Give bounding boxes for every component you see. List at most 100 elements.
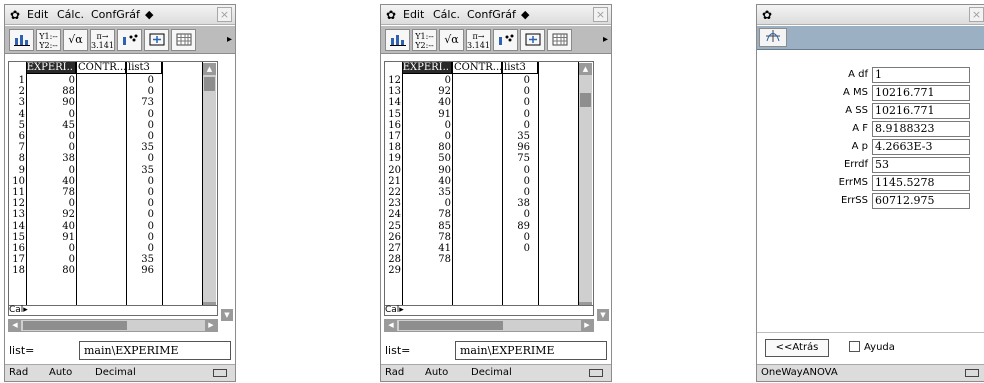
- close-icon[interactable]: ×: [593, 7, 608, 22]
- panel-toggle-icon[interactable]: ▼: [597, 309, 609, 321]
- cell-contr[interactable]: 89: [481, 221, 530, 232]
- cell-contr[interactable]: 0: [105, 209, 154, 220]
- scroll-up-icon[interactable]: ▲: [579, 63, 592, 75]
- cell-contr[interactable]: 0: [481, 165, 530, 176]
- status-angle[interactable]: Rad: [9, 365, 28, 381]
- cell-contr[interactable]: 96: [481, 142, 530, 153]
- gear-icon[interactable]: ✿: [386, 5, 396, 25]
- column-header-list3[interactable]: list3: [126, 62, 162, 74]
- list-row[interactable]: 18 80 96: [385, 142, 595, 153]
- cell-experi[interactable]: 40: [403, 176, 451, 187]
- cell-experi[interactable]: 78: [403, 232, 451, 243]
- cell-experi[interactable]: 78: [27, 187, 75, 198]
- resize-icon[interactable]: [144, 29, 169, 51]
- list-sheet[interactable]: EXPERI.. CONTR... list3 ▲ ▼ 100288039073…: [8, 61, 218, 315]
- list-row[interactable]: 29: [385, 265, 595, 276]
- scroll-up-icon[interactable]: ▲: [203, 63, 216, 75]
- status-mode[interactable]: Auto: [425, 365, 448, 381]
- result-value[interactable]: 60712.975: [872, 193, 970, 209]
- stat-graph-icon[interactable]: [385, 29, 410, 51]
- scroll-left-icon[interactable]: ◀: [385, 320, 397, 331]
- cell-contr[interactable]: 0: [481, 86, 530, 97]
- table-icon[interactable]: [171, 29, 196, 51]
- cell-experi[interactable]: 92: [27, 209, 75, 220]
- cell-contr[interactable]: 0: [481, 176, 530, 187]
- cell-contr[interactable]: 0: [481, 209, 530, 220]
- list-row[interactable]: 16 0 0: [385, 120, 595, 131]
- menu-edit[interactable]: Edit: [27, 5, 48, 25]
- cell-contr[interactable]: 0: [105, 176, 154, 187]
- result-value[interactable]: 53: [872, 157, 970, 173]
- cell-contr[interactable]: 0: [105, 187, 154, 198]
- cell-contr[interactable]: 0: [105, 221, 154, 232]
- list-row[interactable]: 600: [9, 131, 219, 142]
- status-format[interactable]: Decimal: [471, 365, 512, 381]
- list-row[interactable]: 24 78 0: [385, 209, 595, 220]
- cell-experi[interactable]: 50: [403, 153, 451, 164]
- table-icon[interactable]: [547, 29, 572, 51]
- regression-icon[interactable]: [117, 29, 142, 51]
- cell-experi[interactable]: 41: [403, 243, 451, 254]
- cell-contr[interactable]: 75: [481, 153, 530, 164]
- list-row[interactable]: 7 0 35: [9, 142, 219, 153]
- gear-icon[interactable]: ✿: [10, 5, 20, 25]
- cell-experi[interactable]: 0: [27, 243, 75, 254]
- cell-contr[interactable]: 0: [105, 120, 154, 131]
- cell-experi[interactable]: 80: [27, 265, 75, 276]
- regression-icon[interactable]: [493, 29, 518, 51]
- cell-experi[interactable]: 91: [403, 109, 451, 120]
- column-header-list3[interactable]: list3: [502, 62, 538, 74]
- cell-experi[interactable]: 88: [27, 86, 75, 97]
- cell-experi[interactable]: 80: [403, 142, 451, 153]
- result-value[interactable]: 1145.5278: [872, 175, 970, 191]
- cell-contr[interactable]: 0: [105, 198, 154, 209]
- cell-experi[interactable]: 45: [27, 120, 75, 131]
- cell-contr[interactable]: 0: [105, 232, 154, 243]
- resize-icon[interactable]: [520, 29, 545, 51]
- list-row[interactable]: 15 91 0: [385, 109, 595, 120]
- cal-row[interactable]: Cal▸: [384, 305, 594, 316]
- help-checkbox[interactable]: Ayuda: [849, 339, 895, 357]
- cell-experi[interactable]: 90: [403, 165, 451, 176]
- status-format[interactable]: Decimal: [95, 365, 136, 381]
- gear-icon[interactable]: ✿: [762, 5, 772, 25]
- hscroll-thumb[interactable]: [399, 321, 503, 330]
- cell-contr[interactable]: 0: [105, 109, 154, 120]
- list-row[interactable]: 8 38 0: [9, 153, 219, 164]
- list-row[interactable]: 13 92 0: [9, 209, 219, 220]
- scroll-right-icon[interactable]: ▶: [581, 320, 593, 331]
- list-row[interactable]: 9 0 35: [9, 165, 219, 176]
- cell-experi[interactable]: 0: [403, 75, 451, 86]
- cell-experi[interactable]: 38: [27, 153, 75, 164]
- cell-contr[interactable]: 35: [481, 131, 530, 142]
- cell-contr[interactable]: 96: [105, 265, 154, 276]
- list-row[interactable]: 11 78 0: [9, 187, 219, 198]
- list-row[interactable]: 23 0 38: [385, 198, 595, 209]
- menu-confgraf[interactable]: ConfGráf: [467, 5, 516, 25]
- status-mode[interactable]: Auto: [49, 365, 72, 381]
- result-value[interactable]: 8.9188323: [872, 121, 970, 137]
- cell-experi[interactable]: 0: [27, 109, 75, 120]
- cell-experi[interactable]: 0: [27, 142, 75, 153]
- list-row[interactable]: 21 40 0: [385, 176, 595, 187]
- horizontal-scrollbar[interactable]: ◀ ▶: [384, 319, 594, 332]
- result-value[interactable]: 10216.771: [872, 85, 970, 101]
- list-row[interactable]: 5 45 0: [9, 120, 219, 131]
- list-row[interactable]: 400: [9, 109, 219, 120]
- cell-contr[interactable]: 0: [481, 109, 530, 120]
- cell-experi[interactable]: 0: [27, 75, 75, 86]
- list-row[interactable]: 25 85 89: [385, 221, 595, 232]
- cell-contr[interactable]: 35: [105, 254, 154, 265]
- result-value[interactable]: 4.2663E-3: [872, 139, 970, 155]
- sqrt-alpha-icon[interactable]: √α: [439, 29, 464, 51]
- back-button[interactable]: <<Atrás: [765, 339, 829, 357]
- cell-contr[interactable]: 0: [105, 243, 154, 254]
- cell-experi[interactable]: 35: [403, 187, 451, 198]
- list-sheet[interactable]: EXPERI.. CONTR... list3 ▲ ▼ 120013920144…: [384, 61, 594, 315]
- list-row[interactable]: 22 35 0: [385, 187, 595, 198]
- list-row[interactable]: 16 0 0: [9, 243, 219, 254]
- toolbar-more-arrow[interactable]: ▸: [603, 34, 608, 45]
- cell-experi[interactable]: 90: [27, 97, 75, 108]
- list-row[interactable]: 100: [9, 75, 219, 86]
- menu-calc[interactable]: Cálc.: [57, 5, 84, 25]
